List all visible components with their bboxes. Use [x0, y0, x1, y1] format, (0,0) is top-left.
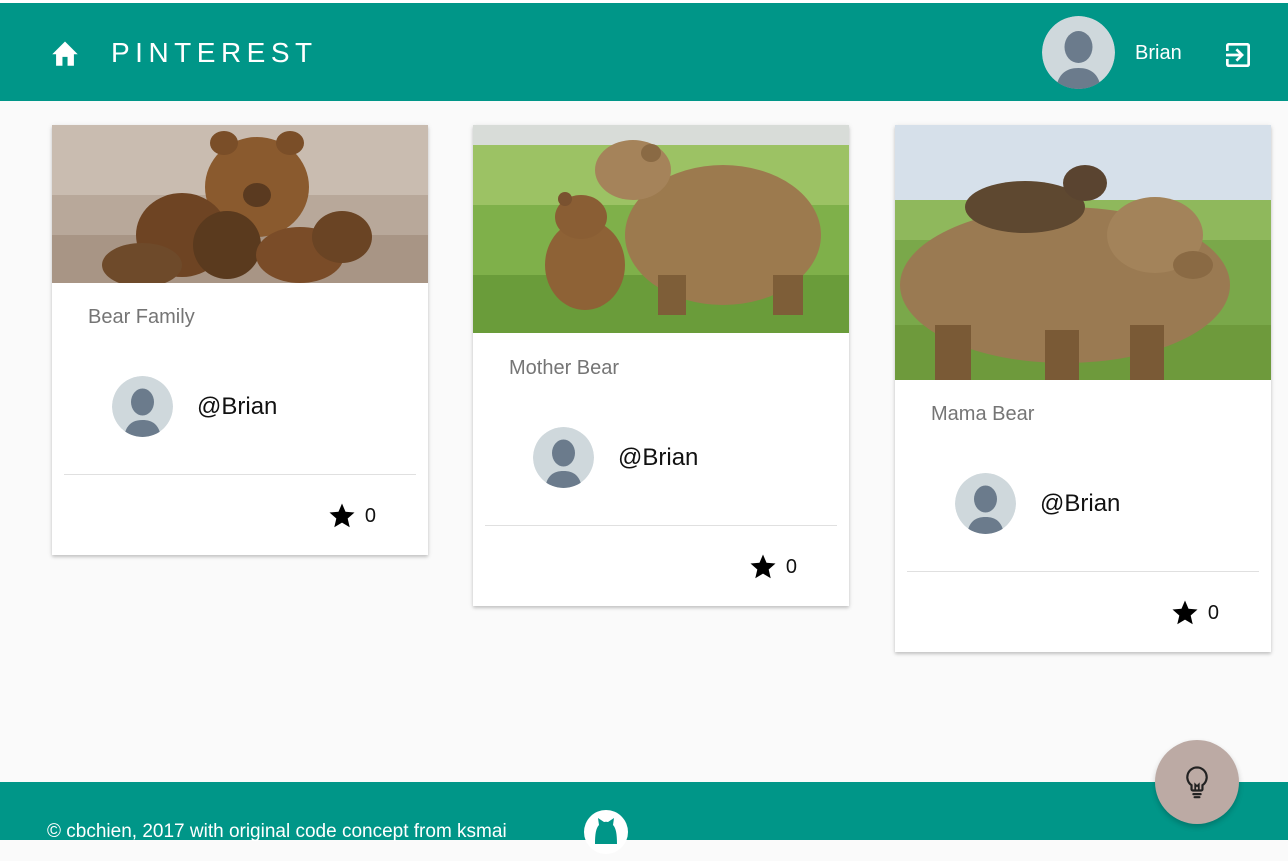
idea-fab-button[interactable]	[1155, 740, 1239, 824]
app-footer: © cbchien, 2017 with original code conce…	[0, 782, 1288, 854]
card-title: Mama Bear	[931, 403, 1035, 425]
star-icon	[750, 554, 776, 579]
bear-family-image[interactable]	[52, 125, 428, 283]
like-count: 0	[1207, 602, 1219, 624]
card-divider	[64, 474, 416, 475]
card-title: Mother Bear	[509, 357, 620, 379]
star-icon	[1172, 600, 1198, 625]
author-avatar	[955, 473, 1016, 534]
author-name: @Brian	[618, 443, 699, 471]
github-icon	[584, 810, 628, 854]
default-avatar-icon	[533, 427, 594, 488]
author-name: @Brian	[197, 392, 278, 420]
app-brand[interactable]: PINTEREST	[111, 36, 318, 70]
author-avatar	[112, 376, 173, 437]
lightbulb-icon	[1186, 766, 1208, 799]
logout-icon	[1226, 43, 1250, 67]
card-title: Bear Family	[88, 306, 195, 328]
default-avatar-icon	[955, 473, 1016, 534]
card-author[interactable]: @Brian	[112, 376, 277, 437]
mama-bear-image[interactable]	[895, 125, 1271, 380]
like-button[interactable]: 0	[748, 552, 797, 582]
author-name: @Brian	[1040, 489, 1121, 517]
like-count: 0	[785, 556, 797, 578]
pin-card: Mother Bear @Brian 0	[473, 125, 849, 606]
star-icon	[329, 503, 355, 528]
logout-button[interactable]	[1220, 37, 1256, 73]
card-author[interactable]: @Brian	[955, 473, 1120, 534]
card-author[interactable]: @Brian	[533, 427, 698, 488]
home-icon	[52, 41, 78, 66]
like-button[interactable]: 0	[327, 501, 376, 531]
header-user-name[interactable]: Brian	[1135, 41, 1182, 65]
home-button[interactable]	[46, 36, 84, 70]
mother-bear-image[interactable]	[473, 125, 849, 333]
default-avatar-icon	[1042, 16, 1115, 89]
user-avatar[interactable]	[1042, 16, 1115, 89]
like-button[interactable]: 0	[1170, 598, 1219, 628]
pin-card: Bear Family @Brian 0	[52, 125, 428, 555]
card-divider	[907, 571, 1259, 572]
like-count: 0	[364, 505, 376, 527]
github-link[interactable]	[582, 808, 630, 856]
card-divider	[485, 525, 837, 526]
default-avatar-icon	[112, 376, 173, 437]
app-header: PINTEREST Brian	[0, 3, 1288, 101]
pin-card: Mama Bear @Brian 0	[895, 125, 1271, 652]
author-avatar	[533, 427, 594, 488]
